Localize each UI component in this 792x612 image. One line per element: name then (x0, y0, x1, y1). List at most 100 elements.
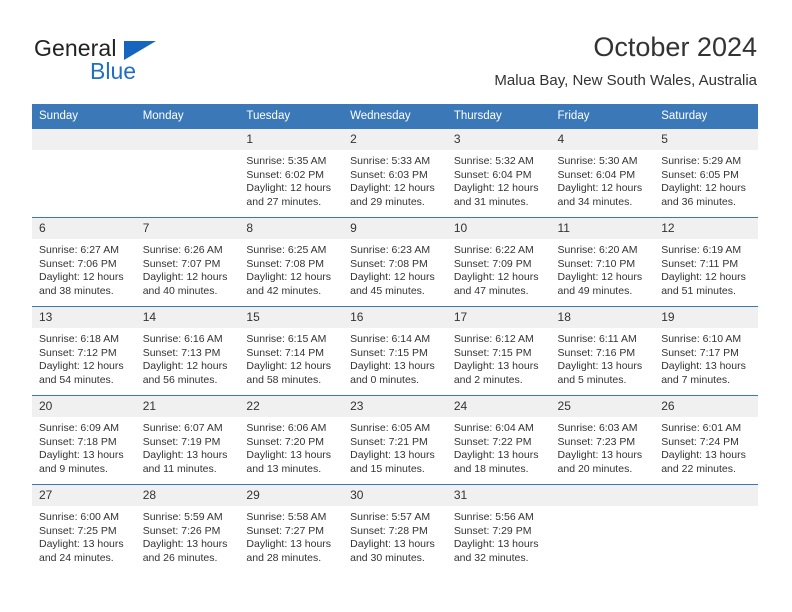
day-detail-line: Daylight: 12 hours (453, 271, 539, 284)
day-details: Sunrise: 5:57 AM Sunset: 7:28 PM Daylight:… (343, 506, 447, 565)
calendar-day-cell[interactable]: 14 Sunrise: 6:16 AM Sunset: 7:13 PM Dayligh… (135, 306, 240, 396)
day-detail-line: Sunrise: 5:56 AM (453, 511, 534, 523)
calendar-day-cell[interactable]: 30 Sunrise: 5:57 AM Sunset: 7:28 PM Dayligh… (343, 484, 447, 573)
day-details: Sunrise: 6:03 AM Sunset: 7:23 PM Daylight:… (551, 417, 655, 476)
day-detail-line: Sunrise: 5:57 AM (350, 511, 431, 523)
calendar-grid: Sunday Monday Tuesday Wednesday Thursday Frid… (32, 104, 758, 573)
day-detail-line: and 7 minutes. (661, 373, 731, 386)
calendar-day-cell[interactable]: 21 Sunrise: 6:07 AM Sunset: 7:19 PM Dayligh… (135, 395, 240, 485)
day-detail-line: Sunrise: 6:07 AM (142, 422, 223, 434)
day-number (550, 485, 655, 506)
day-details: Sunrise: 5:35 AM Sunset: 6:02 PM Daylight:… (239, 150, 343, 209)
day-number: 10 (446, 218, 551, 239)
day-detail-line: Sunset: 7:20 PM (246, 435, 325, 448)
calendar-day-cell[interactable]: 29 Sunrise: 5:58 AM Sunset: 7:27 PM Dayligh… (239, 484, 344, 573)
day-details: Sunrise: 6:16 AM Sunset: 7:13 PM Daylight:… (136, 328, 240, 387)
day-detail-line: and 38 minutes. (39, 284, 114, 297)
day-detail-line: Daylight: 13 hours (39, 449, 124, 462)
day-detail-line: Daylight: 13 hours (557, 360, 643, 373)
calendar-day-cell[interactable]: 6 Sunrise: 6:27 AM Sunset: 7:06 PM Daylight… (32, 217, 136, 307)
day-number: 13 (32, 307, 136, 328)
day-detail-line: Sunrise: 6:15 AM (246, 333, 327, 345)
day-number: 25 (550, 396, 655, 417)
calendar-cell-empty (550, 484, 655, 573)
day-number: 6 (32, 218, 136, 239)
calendar-day-cell[interactable]: 8 Sunrise: 6:25 AM Sunset: 7:08 PM Daylight… (239, 217, 344, 307)
calendar-day-cell[interactable]: 19 Sunrise: 6:10 AM Sunset: 7:17 PM Dayligh… (654, 306, 758, 396)
general-blue-logo[interactable]: General Blue (32, 30, 182, 88)
day-details: Sunrise: 5:32 AM Sunset: 6:04 PM Daylight:… (447, 150, 551, 209)
day-number: 17 (446, 307, 551, 328)
day-detail-line: Sunset: 6:04 PM (453, 168, 532, 181)
day-detail-line: and 31 minutes. (453, 195, 529, 208)
calendar-day-cell[interactable]: 2 Sunrise: 5:33 AM Sunset: 6:03 PM Daylight… (343, 128, 447, 218)
calendar-day-cell[interactable]: 25 Sunrise: 6:03 AM Sunset: 7:23 PM Dayligh… (550, 395, 655, 485)
day-detail-line: Daylight: 12 hours (350, 182, 435, 195)
day-detail-line: and 27 minutes. (246, 195, 322, 208)
calendar-day-cell[interactable]: 24 Sunrise: 6:04 AM Sunset: 7:22 PM Dayligh… (446, 395, 551, 485)
day-details: Sunrise: 5:33 AM Sunset: 6:03 PM Daylight:… (343, 150, 447, 209)
day-detail-line: Sunrise: 5:58 AM (246, 511, 327, 523)
day-detail-line: Sunrise: 6:27 AM (39, 244, 119, 256)
day-number: 7 (135, 218, 240, 239)
day-detail-line: and 34 minutes. (557, 195, 633, 208)
day-detail-line: Sunset: 7:14 PM (246, 346, 325, 359)
day-detail-line: and 40 minutes. (142, 284, 218, 297)
day-detail-line: Daylight: 13 hours (246, 449, 332, 462)
day-number: 29 (239, 485, 344, 506)
calendar-day-cell[interactable]: 20 Sunrise: 6:09 AM Sunset: 7:18 PM Dayligh… (32, 395, 136, 485)
day-detail-line: Sunset: 6:05 PM (661, 168, 739, 181)
calendar-day-cell[interactable]: 11 Sunrise: 6:20 AM Sunset: 7:10 PM Dayligh… (550, 217, 655, 307)
calendar-day-cell[interactable]: 4 Sunrise: 5:30 AM Sunset: 6:04 PM Daylight… (550, 128, 655, 218)
day-number: 8 (239, 218, 344, 239)
calendar-day-cell[interactable]: 22 Sunrise: 6:06 AM Sunset: 7:20 PM Dayligh… (239, 395, 344, 485)
calendar-day-cell[interactable]: 31 Sunrise: 5:56 AM Sunset: 7:29 PM Dayligh… (446, 484, 551, 573)
calendar-day-cell[interactable]: 5 Sunrise: 5:29 AM Sunset: 6:05 PM Daylight… (654, 128, 758, 218)
day-detail-line: Sunrise: 6:06 AM (246, 422, 327, 434)
calendar-day-cell[interactable]: 16 Sunrise: 6:14 AM Sunset: 7:15 PM Dayligh… (343, 306, 447, 396)
day-details: Sunrise: 6:20 AM Sunset: 7:10 PM Daylight:… (551, 239, 655, 298)
calendar-day-cell[interactable]: 10 Sunrise: 6:22 AM Sunset: 7:09 PM Dayligh… (446, 217, 551, 307)
calendar-day-cell[interactable]: 26 Sunrise: 6:01 AM Sunset: 7:24 PM Dayligh… (654, 395, 758, 485)
calendar-week-row: 1 Sunrise: 5:35 AM Sunset: 6:02 PM Daylight… (32, 128, 758, 218)
day-detail-line: and 24 minutes. (39, 551, 114, 564)
day-details: Sunrise: 6:01 AM Sunset: 7:24 PM Daylight:… (654, 417, 758, 476)
calendar-day-cell[interactable]: 17 Sunrise: 6:12 AM Sunset: 7:15 PM Dayligh… (446, 306, 551, 396)
day-number: 20 (32, 396, 136, 417)
calendar-day-cell[interactable]: 28 Sunrise: 5:59 AM Sunset: 7:26 PM Dayligh… (135, 484, 240, 573)
day-number: 2 (343, 129, 447, 150)
day-detail-line: Sunset: 7:06 PM (39, 257, 117, 270)
day-detail-line: Daylight: 12 hours (661, 271, 746, 284)
day-number: 4 (550, 129, 655, 150)
day-detail-line: Sunset: 7:16 PM (557, 346, 636, 359)
day-detail-line: Sunset: 6:03 PM (350, 168, 428, 181)
calendar-day-cell[interactable]: 3 Sunrise: 5:32 AM Sunset: 6:04 PM Daylight… (446, 128, 551, 218)
day-detail-line: Sunset: 7:08 PM (350, 257, 428, 270)
day-detail-line: Sunrise: 6:12 AM (453, 333, 534, 345)
calendar-day-cell[interactable]: 27 Sunrise: 6:00 AM Sunset: 7:25 PM Dayligh… (32, 484, 136, 573)
day-detail-line: and 42 minutes. (246, 284, 322, 297)
calendar-day-cell[interactable]: 9 Sunrise: 6:23 AM Sunset: 7:08 PM Daylight… (343, 217, 447, 307)
day-details: Sunrise: 6:05 AM Sunset: 7:21 PM Daylight:… (343, 417, 447, 476)
calendar-day-cell[interactable]: 1 Sunrise: 5:35 AM Sunset: 6:02 PM Daylight… (239, 128, 344, 218)
day-detail-line: Sunset: 7:21 PM (350, 435, 428, 448)
day-detail-line: Sunset: 7:13 PM (142, 346, 221, 359)
calendar-day-cell[interactable]: 18 Sunrise: 6:11 AM Sunset: 7:16 PM Dayligh… (550, 306, 655, 396)
calendar-day-cell[interactable]: 12 Sunrise: 6:19 AM Sunset: 7:11 PM Dayligh… (654, 217, 758, 307)
day-detail-line: Sunrise: 5:29 AM (661, 155, 742, 167)
day-detail-line: Sunset: 7:18 PM (39, 435, 117, 448)
day-number: 15 (239, 307, 344, 328)
calendar-day-cell[interactable]: 23 Sunrise: 6:05 AM Sunset: 7:21 PM Dayligh… (343, 395, 447, 485)
day-detail-line: Daylight: 12 hours (142, 360, 228, 373)
day-detail-line: Sunset: 7:28 PM (350, 524, 428, 537)
day-detail-line: Sunrise: 6:16 AM (142, 333, 223, 345)
day-detail-line: Sunset: 7:23 PM (557, 435, 636, 448)
day-detail-line: Daylight: 12 hours (661, 182, 746, 195)
calendar-week-row: 27 Sunrise: 6:00 AM Sunset: 7:25 PM Dayligh… (32, 484, 758, 573)
calendar-day-cell[interactable]: 15 Sunrise: 6:15 AM Sunset: 7:14 PM Dayligh… (239, 306, 344, 396)
calendar-day-cell[interactable]: 13 Sunrise: 6:18 AM Sunset: 7:12 PM Dayligh… (32, 306, 136, 396)
day-detail-line: Sunset: 6:02 PM (246, 168, 325, 181)
day-detail-line: Sunset: 7:26 PM (142, 524, 221, 537)
calendar-day-cell[interactable]: 7 Sunrise: 6:26 AM Sunset: 7:07 PM Daylight… (135, 217, 240, 307)
day-detail-line: and 45 minutes. (350, 284, 425, 297)
